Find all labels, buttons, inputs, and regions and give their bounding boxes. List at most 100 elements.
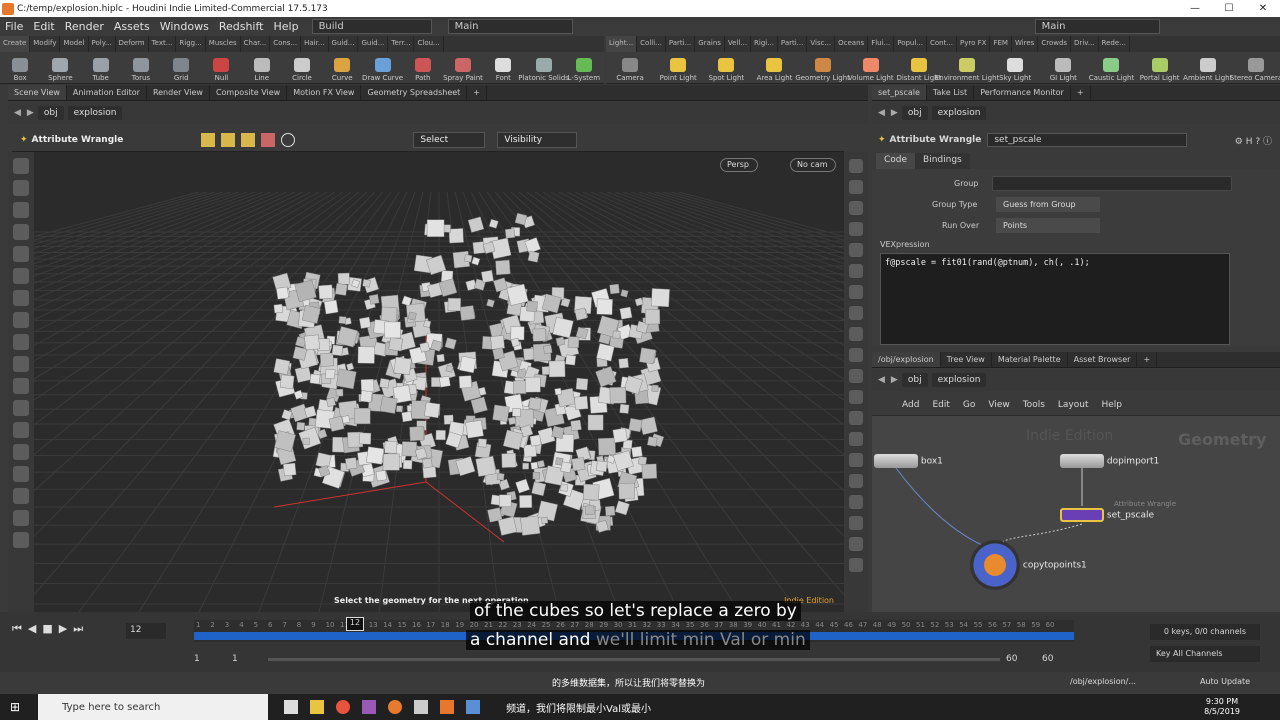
tab-tree-view[interactable]: Tree View: [941, 352, 992, 367]
node-dopimport1[interactable]: dopimport1: [1060, 454, 1159, 468]
shelf-tool-caustic-light[interactable]: Caustic Light: [1087, 52, 1135, 84]
shelf-tab-clou-14[interactable]: Clou...: [414, 36, 444, 52]
left-viewport-tool-12[interactable]: [13, 422, 29, 438]
node-box1[interactable]: box1: [874, 454, 943, 468]
left-viewport-tool-6[interactable]: [13, 290, 29, 306]
right-viewport-tool-18[interactable]: [849, 537, 863, 551]
houdini-taskbar-icon[interactable]: [440, 700, 455, 714]
right-viewport-tool-2[interactable]: [849, 201, 863, 215]
shelf-tool-curve[interactable]: Curve: [322, 52, 362, 84]
app-icon-purple[interactable]: [362, 700, 377, 714]
range-end[interactable]: 60: [1006, 654, 1017, 664]
menu-render[interactable]: Render: [60, 20, 109, 33]
range-end-2[interactable]: 60: [1042, 654, 1053, 664]
shelf-tool-circle[interactable]: Circle: [282, 52, 322, 84]
shelf-tab-parti-2[interactable]: Parti...: [666, 36, 696, 52]
shelf-tool-ambient-light[interactable]: Ambient Light: [1183, 52, 1232, 84]
shelf-tool-torus[interactable]: Torus: [121, 52, 161, 84]
right-viewport-tool-13[interactable]: [849, 432, 863, 446]
path-root[interactable]: obj: [37, 106, 64, 120]
shelf-tab-poly-3[interactable]: Poly...: [89, 36, 116, 52]
shelf-tab-parti-6[interactable]: Parti...: [778, 36, 808, 52]
shelf-tab-cons-9[interactable]: Cons...: [270, 36, 302, 52]
play-icon[interactable]: ▶: [59, 622, 67, 636]
windows-start-icon[interactable]: ⊞: [10, 700, 20, 714]
key-all-channels-button[interactable]: Key All Channels: [1150, 646, 1260, 662]
shelf-tab-guid-12[interactable]: Guid...: [358, 36, 389, 52]
right-viewport-tool-7[interactable]: [849, 306, 863, 320]
network-menu-add[interactable]: Add: [902, 400, 919, 410]
close-button[interactable]: ✕: [1246, 3, 1280, 14]
shelf-tab-rigg-6[interactable]: Rigg...: [176, 36, 206, 52]
add-tab-icon[interactable]: +: [1071, 85, 1091, 100]
shelf-tool-camera[interactable]: Camera: [606, 52, 654, 84]
shelf-tab-visc-7[interactable]: Visc...: [807, 36, 836, 52]
select-edges-icon[interactable]: [221, 132, 236, 147]
shelf-tab-muscles-7[interactable]: Muscles: [206, 36, 241, 52]
node-set-pscale[interactable]: set_pscale: [1060, 508, 1154, 522]
tab-animation-editor[interactable]: Animation Editor: [67, 85, 147, 100]
menu-assets[interactable]: Assets: [109, 20, 155, 33]
notepad-icon[interactable]: [466, 700, 481, 714]
shelf-tab-modify-1[interactable]: Modify: [30, 36, 61, 52]
blender-icon[interactable]: [388, 700, 403, 714]
right-viewport-tool-8[interactable]: [849, 327, 863, 341]
network-menu-edit[interactable]: Edit: [932, 400, 949, 410]
path-node[interactable]: explosion: [931, 373, 987, 387]
shelf-tab-grains-3[interactable]: Grains: [695, 36, 725, 52]
tab-render-view[interactable]: Render View: [147, 85, 210, 100]
right-viewport-tool-9[interactable]: [849, 348, 863, 362]
left-viewport-tool-8[interactable]: [13, 334, 29, 350]
group-type-select[interactable]: Guess from Group: [996, 197, 1100, 212]
subtab-code[interactable]: Code: [876, 153, 916, 169]
right-viewport-tool-16[interactable]: [849, 495, 863, 509]
network-menu-layout[interactable]: Layout: [1058, 400, 1089, 410]
forward-arrow-icon[interactable]: ▶: [891, 375, 898, 385]
range-slider[interactable]: [268, 658, 1000, 661]
node-name-field[interactable]: set_pscale: [987, 133, 1188, 147]
shelf-tab-pyro-fx-12[interactable]: Pyro FX: [957, 36, 991, 52]
tab-material-palette[interactable]: Material Palette: [992, 352, 1068, 367]
shelf-tab-cont-11[interactable]: Cont...: [927, 36, 958, 52]
back-arrow-icon[interactable]: ◀: [14, 108, 21, 118]
select-points-icon[interactable]: [201, 132, 216, 147]
tab-geometry-spreadsheet[interactable]: Geometry Spreadsheet: [361, 85, 468, 100]
left-viewport-tool-13[interactable]: [13, 444, 29, 460]
shelf-tool-point-light[interactable]: Point Light: [654, 52, 702, 84]
range-start[interactable]: 1: [194, 654, 200, 664]
menu-file[interactable]: File: [0, 20, 28, 33]
desktop3-dropdown[interactable]: Main: [1034, 19, 1160, 34]
jump-end-icon[interactable]: ⏭: [73, 622, 83, 636]
shelf-tool-line[interactable]: Line: [242, 52, 282, 84]
shelf-tab-vell-4[interactable]: Vell...: [725, 36, 752, 52]
back-arrow-icon[interactable]: ◀: [878, 375, 885, 385]
left-viewport-tool-16[interactable]: [13, 510, 29, 526]
path-node[interactable]: explosion: [67, 106, 123, 120]
shelf-tab-deform-4[interactable]: Deform: [116, 36, 149, 52]
left-viewport-tool-14[interactable]: [13, 466, 29, 482]
node-copytopoints1[interactable]: copytopoints1: [970, 540, 1087, 590]
left-viewport-tool-17[interactable]: [13, 532, 29, 548]
network-editor[interactable]: Indie Edition Geometry box1 dopimport1 A…: [872, 416, 1280, 612]
param-tools-icons[interactable]: ⚙ H ? ⓘ: [1235, 134, 1272, 147]
shelf-tab-colli-1[interactable]: Colli...: [637, 36, 666, 52]
shelf-tab-driv-16[interactable]: Driv...: [1071, 36, 1099, 52]
step-back-icon[interactable]: ◀: [28, 622, 36, 636]
add-tab-icon[interactable]: +: [1137, 352, 1158, 367]
left-viewport-tool-7[interactable]: [13, 312, 29, 328]
right-viewport-tool-3[interactable]: [849, 222, 863, 236]
tab-network[interactable]: /obj/explosion: [872, 352, 941, 367]
network-menu-help[interactable]: Help: [1102, 400, 1123, 410]
select-dropdown[interactable]: Select: [413, 131, 486, 148]
persp-menu[interactable]: Persp: [720, 158, 758, 172]
shelf-tab-char-8[interactable]: Char...: [241, 36, 271, 52]
select-circle-icon[interactable]: [281, 132, 296, 147]
visibility-dropdown[interactable]: Visibility: [497, 131, 578, 148]
tab-set-pscale[interactable]: set_pscale: [872, 85, 927, 100]
path-root[interactable]: obj: [901, 373, 928, 387]
scene-viewport[interactable]: Persp No cam Select the geometry for the…: [34, 152, 844, 612]
chrome-icon[interactable]: [336, 700, 351, 714]
right-viewport-tool-1[interactable]: [849, 180, 863, 194]
shelf-tool-spray-paint[interactable]: Spray Paint: [443, 52, 483, 84]
shelf-tab-create-0[interactable]: Create: [0, 36, 31, 52]
